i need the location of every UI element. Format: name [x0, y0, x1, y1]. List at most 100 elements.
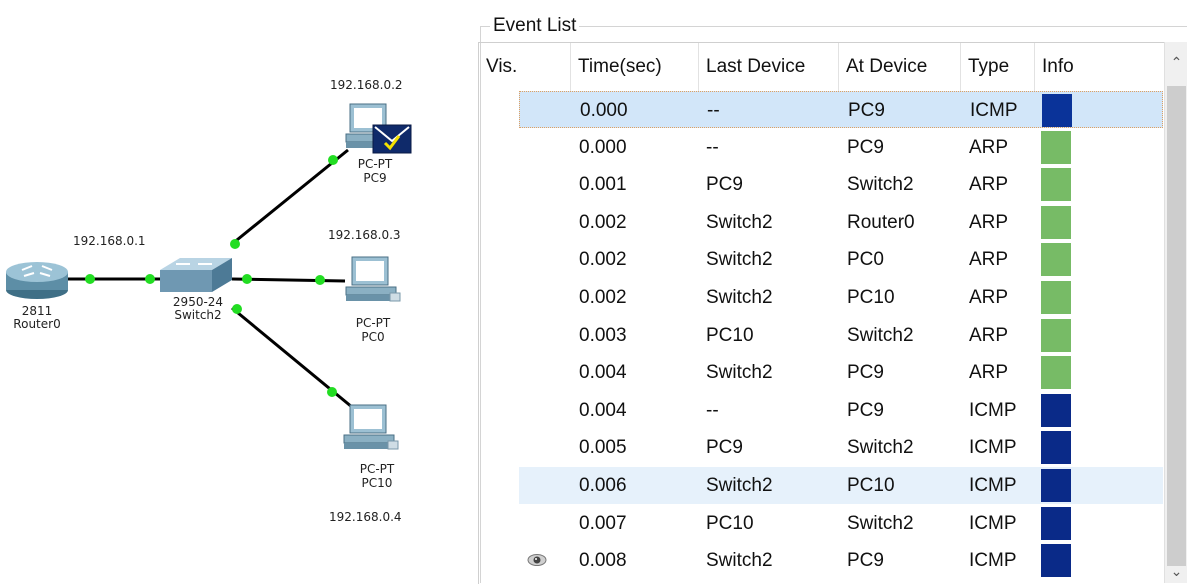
event-at-device: PC10: [847, 475, 895, 496]
event-last-device: Switch2: [706, 362, 773, 384]
event-time: 0.002: [579, 287, 627, 308]
event-row[interactable]: 0.004 -- PC9 ICMP: [479, 392, 1165, 429]
pc10-icon: [343, 404, 399, 450]
event-last-device: Switch2: [706, 211, 773, 233]
pc0-name-label: PC0: [361, 330, 385, 344]
event-time: 0.002: [579, 249, 627, 271]
pc0-icon: [345, 256, 401, 302]
column-header-at-device[interactable]: At Device: [839, 43, 961, 91]
pc10-ip-label: 192.168.0.4: [329, 510, 402, 524]
port-light: [145, 274, 155, 284]
info-color-swatch[interactable]: [1041, 469, 1071, 502]
event-row[interactable]: 0.002 Switch2 PC0 ARP: [479, 241, 1165, 278]
event-at-device: Router0: [847, 211, 915, 233]
event-last-device: --: [706, 399, 719, 421]
event-row[interactable]: 0.002 Switch2 Router0 ARP: [479, 204, 1165, 241]
event-type: ARP: [969, 324, 1009, 346]
event-last-device: --: [707, 100, 720, 121]
event-type: ICMP: [969, 437, 1017, 459]
event-at-device: Switch2: [847, 324, 914, 346]
router-icon: [6, 262, 68, 299]
event-row[interactable]: 0.007 PC10 Switch2 ICMP: [479, 505, 1165, 542]
info-color-swatch[interactable]: [1041, 205, 1071, 239]
event-row[interactable]: 0.000 -- PC9 ARP: [479, 129, 1165, 166]
info-color-swatch[interactable]: [1041, 318, 1071, 352]
pc9-ip-label: 192.168.0.2: [330, 78, 403, 92]
event-at-device: Switch2: [847, 174, 914, 196]
event-row[interactable]: 0.008 Switch2 PC9 ICMP: [479, 542, 1165, 579]
event-row[interactable]: 0.000 -- PC9 ICMP: [519, 91, 1163, 128]
event-last-device: --: [706, 136, 719, 158]
info-color-swatch[interactable]: [1041, 506, 1071, 540]
scroll-down-arrow-icon[interactable]: ⌄: [1165, 561, 1187, 581]
scroll-thumb[interactable]: [1167, 86, 1186, 566]
event-last-device: PC10: [706, 512, 754, 534]
event-list-title: Event List: [490, 14, 580, 38]
event-type: ICMP: [969, 512, 1017, 534]
event-row[interactable]: 0.006 Switch2 PC10 ICMP: [519, 467, 1163, 504]
event-last-device: PC9: [706, 437, 743, 459]
switch-icon: [160, 258, 232, 292]
event-row[interactable]: 0.004 Switch2 PC9 ARP: [479, 354, 1165, 391]
info-color-swatch[interactable]: [1041, 431, 1071, 465]
event-time: 0.002: [579, 211, 627, 233]
port-light: [85, 274, 95, 284]
info-color-swatch[interactable]: [1041, 243, 1071, 277]
event-at-device: PC9: [847, 550, 884, 572]
event-type: ARP: [969, 362, 1009, 384]
event-at-device: PC9: [847, 399, 884, 421]
event-row[interactable]: 0.001 PC9 Switch2 ARP: [479, 166, 1165, 203]
pc10-type-label: PC-PT: [359, 462, 395, 476]
info-color-swatch[interactable]: [1041, 130, 1071, 164]
column-header-time[interactable]: Time(sec): [571, 43, 699, 91]
event-time: 0.003: [579, 324, 627, 346]
info-color-swatch[interactable]: [1042, 94, 1072, 127]
event-at-device: PC9: [847, 136, 884, 158]
event-table[interactable]: Vis. Time(sec) Last Device At Device Typ…: [478, 42, 1165, 584]
port-light: [242, 274, 252, 284]
event-time: 0.006: [579, 475, 627, 496]
column-header-info[interactable]: Info: [1035, 43, 1165, 91]
event-time: 0.000: [579, 136, 627, 158]
info-color-swatch[interactable]: [1041, 544, 1071, 578]
event-type: ARP: [969, 287, 1009, 308]
event-type: ARP: [969, 249, 1009, 271]
event-time: 0.008: [579, 550, 627, 572]
event-time: 0.000: [580, 100, 628, 121]
port-light: [327, 387, 337, 397]
pc9-icon: [345, 103, 412, 154]
event-time: 0.007: [579, 512, 627, 534]
event-time: 0.005: [579, 437, 627, 459]
info-color-swatch[interactable]: [1041, 168, 1071, 202]
event-last-device: Switch2: [706, 550, 773, 572]
event-at-device: Switch2: [847, 512, 914, 534]
topology-workspace[interactable]: 192.168.0.1 2811 Router0 2950-24 Switch2…: [0, 0, 470, 583]
port-light: [328, 155, 338, 165]
pc9-type-label: PC-PT: [357, 157, 393, 171]
event-row[interactable]: 0.002 Switch2 PC10 ARP: [479, 279, 1165, 316]
event-list-panel: Event List Vis. Time(sec) Last Device At…: [478, 14, 1187, 584]
event-last-device: Switch2: [706, 249, 773, 271]
router-ip-label: 192.168.0.1: [73, 234, 146, 248]
vertical-scrollbar[interactable]: ⌃ ⌄: [1164, 42, 1187, 583]
pc0-type-label: PC-PT: [355, 316, 391, 330]
router-name-label: Router0: [13, 317, 61, 331]
event-last-device: Switch2: [706, 475, 773, 496]
event-last-device: Switch2: [706, 287, 773, 308]
column-header-last-device[interactable]: Last Device: [699, 43, 839, 91]
scroll-up-arrow-icon[interactable]: ⌃: [1165, 52, 1187, 72]
eye-icon[interactable]: [527, 553, 547, 567]
info-color-swatch[interactable]: [1041, 356, 1071, 390]
column-header-vis[interactable]: Vis.: [479, 43, 571, 91]
event-time: 0.004: [579, 362, 627, 384]
event-row[interactable]: 0.003 PC10 Switch2 ARP: [479, 317, 1165, 354]
event-type: ICMP: [969, 475, 1017, 496]
switch-name-label: Switch2: [174, 308, 222, 322]
info-color-swatch[interactable]: [1041, 393, 1071, 427]
event-type: ARP: [969, 211, 1009, 233]
column-header-type[interactable]: Type: [961, 43, 1035, 91]
event-last-device: PC9: [706, 174, 743, 196]
event-type: ICMP: [969, 399, 1017, 421]
event-row[interactable]: 0.005 PC9 Switch2 ICMP: [479, 429, 1165, 466]
info-color-swatch[interactable]: [1041, 281, 1071, 314]
